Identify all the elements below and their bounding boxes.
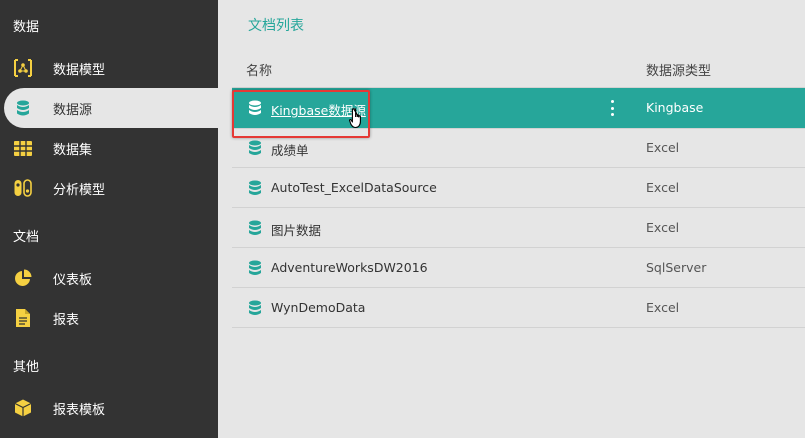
section-title-other: 其他	[13, 360, 40, 375]
table-row[interactable]: WynDemoData Excel	[232, 288, 805, 328]
sidebar-item-label: 数据集	[53, 143, 93, 158]
divider	[232, 327, 805, 328]
database-icon	[13, 98, 33, 118]
table-row[interactable]: 图片数据 Excel	[232, 208, 805, 248]
grid-table-icon	[13, 138, 33, 158]
row-name[interactable]: AutoTest_ExcelDataSource	[271, 180, 437, 195]
section-title-documents: 文档	[13, 230, 40, 245]
database-icon	[249, 180, 261, 195]
table-row[interactable]: AdventureWorksDW2016 SqlServer	[232, 248, 805, 288]
row-type: Excel	[646, 140, 680, 155]
sidebar-item-report[interactable]: 报表	[0, 298, 218, 338]
row-type: Excel	[646, 300, 680, 315]
sidebar-item-data-model[interactable]: 数据模型	[0, 48, 218, 88]
document-list-panel: 文档列表 名称 数据源类型 Kingbase数据源 Kingbase 成绩单 E…	[218, 0, 805, 438]
database-icon	[249, 300, 261, 315]
column-header-name[interactable]: 名称	[246, 60, 272, 79]
sidebar-item-data-source[interactable]: 数据源	[4, 88, 218, 128]
sidebar: 数据 数据模型 数据源 数据集 分析模型 文档 仪表板 报表 其他 报表模板	[0, 0, 218, 438]
row-name[interactable]: 图片数据	[271, 220, 321, 239]
sidebar-item-label: 报表模板	[53, 403, 106, 418]
row-name[interactable]: AdventureWorksDW2016	[271, 260, 428, 275]
cube-icon	[13, 398, 33, 418]
sidebar-item-label: 仪表板	[53, 273, 93, 288]
database-icon	[249, 220, 261, 235]
hand-pointer-icon	[349, 108, 361, 129]
pie-chart-icon	[13, 268, 33, 288]
database-icon	[249, 140, 261, 155]
row-name[interactable]: 成绩单	[271, 140, 309, 159]
section-title-data: 数据	[13, 20, 40, 35]
sidebar-item-label: 分析模型	[53, 183, 106, 198]
more-options-icon[interactable]	[609, 99, 615, 117]
database-icon	[249, 260, 261, 275]
row-type: Excel	[646, 180, 680, 195]
column-header-type[interactable]: 数据源类型	[646, 60, 711, 79]
data-model-icon	[13, 58, 33, 78]
report-document-icon	[13, 308, 33, 328]
sidebar-item-dashboard[interactable]: 仪表板	[0, 258, 218, 298]
table-row[interactable]: AutoTest_ExcelDataSource Excel	[232, 168, 805, 208]
sidebar-item-label: 数据模型	[53, 63, 106, 78]
page-title: 文档列表	[248, 18, 304, 34]
sidebar-item-analysis-model[interactable]: 分析模型	[0, 168, 218, 208]
row-name[interactable]: WynDemoData	[271, 300, 365, 315]
row-type: Excel	[646, 220, 680, 235]
sidebar-item-report-template[interactable]: 报表模板	[0, 388, 218, 428]
sidebar-item-label: 数据源	[53, 103, 93, 118]
analysis-model-icon	[13, 178, 33, 198]
sidebar-item-dataset[interactable]: 数据集	[0, 128, 218, 168]
row-type: SqlServer	[646, 260, 707, 275]
sidebar-item-label: 报表	[53, 313, 80, 328]
row-type: Kingbase	[646, 100, 704, 115]
